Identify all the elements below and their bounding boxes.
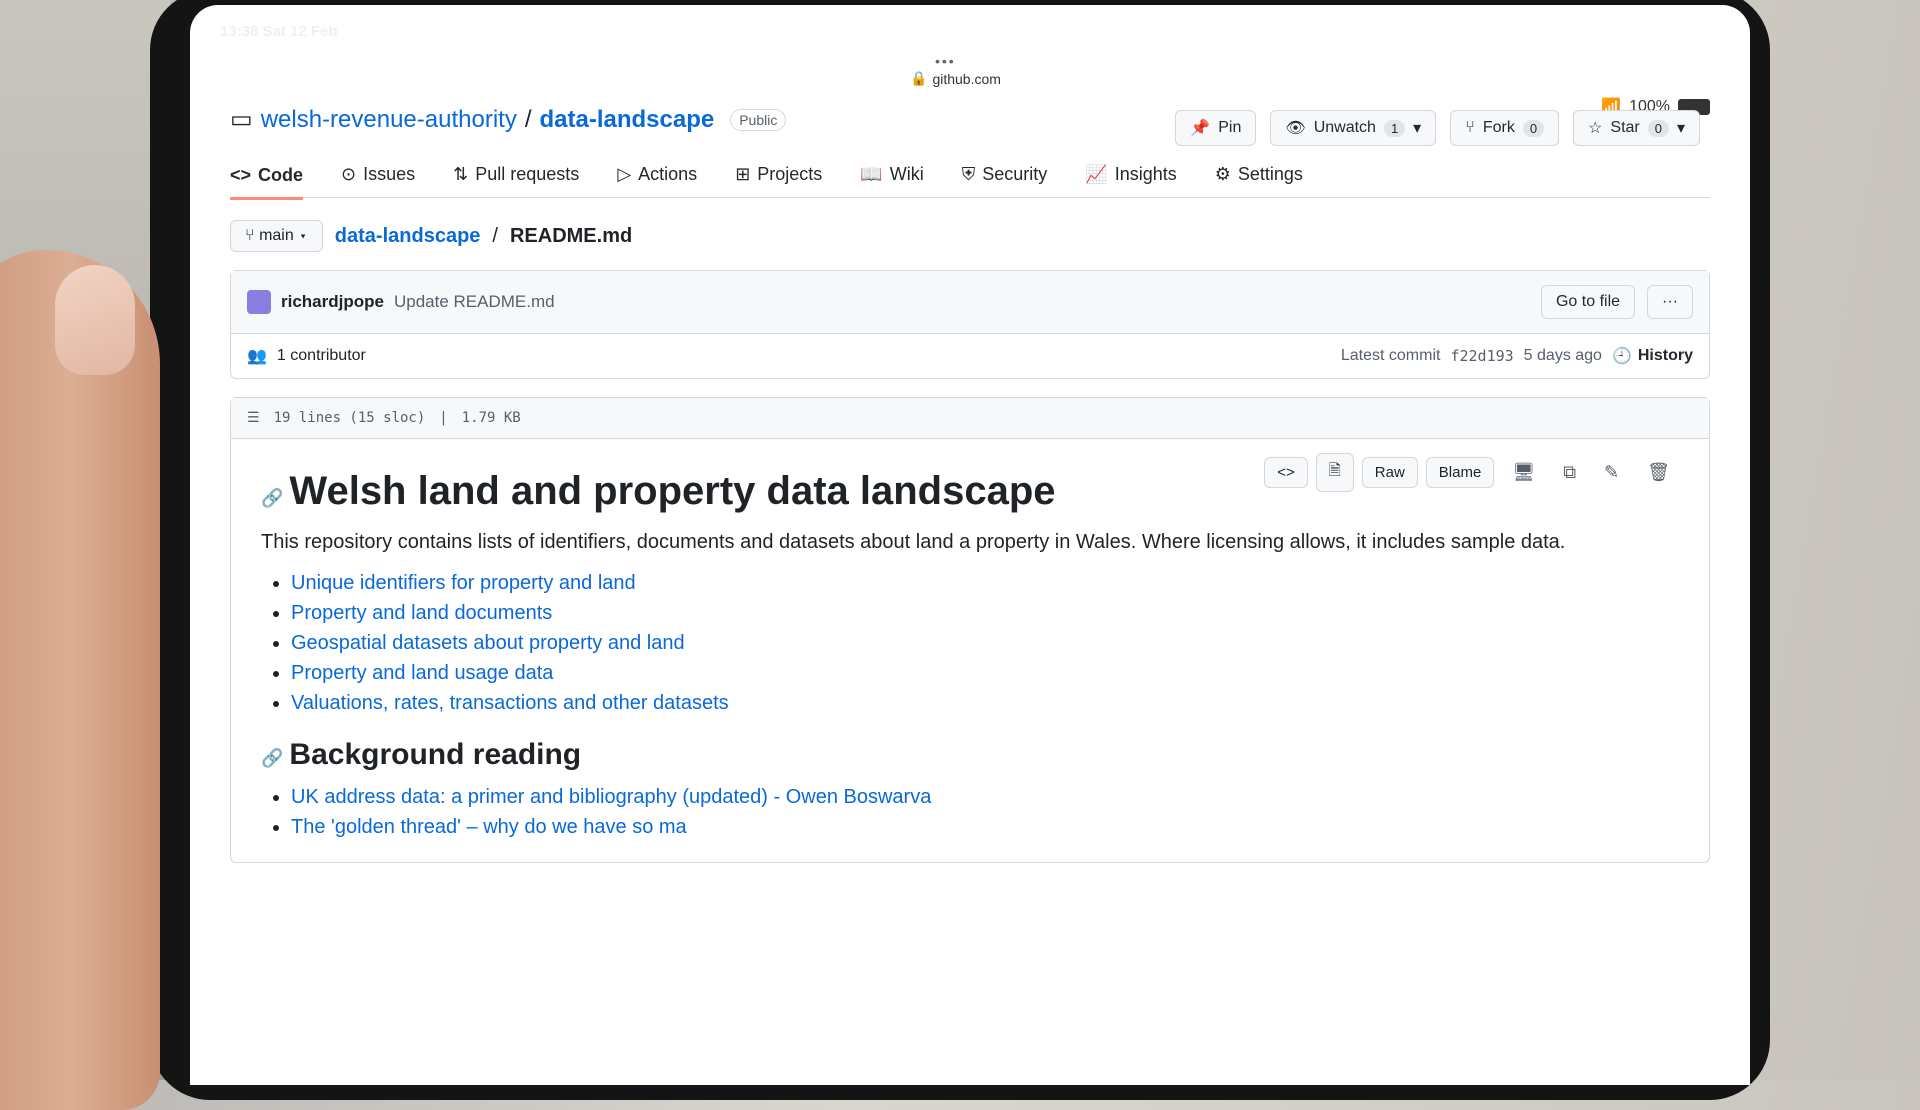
file-toolbar: <> 🗎 Raw Blame 🖥 ⧉ ✎ 🗑 <box>1264 453 1680 492</box>
tablet-device: 13:38 Sat 12 Feb ••• 🔒 github.com 📶 100% … <box>150 0 1770 1100</box>
address-bar[interactable]: 🔒 github.com <box>910 70 1001 87</box>
status-time-date: 13:38 Sat 12 Feb <box>220 23 338 40</box>
raw-button[interactable]: Raw <box>1361 457 1418 488</box>
repo-owner-link[interactable]: welsh-revenue-authority <box>261 106 517 134</box>
tab-overview-dots[interactable]: ••• <box>935 53 956 69</box>
file-size: 1.79 KB <box>461 410 521 426</box>
commit-box: richardjpope Update README.md Go to file… <box>230 270 1710 379</box>
shield-icon: ⛨ <box>961 164 976 184</box>
list-item: Unique identifiers for property and land <box>291 568 1679 598</box>
commit-message[interactable]: Update README.md <box>394 292 555 312</box>
list-item: Geospatial datasets about property and l… <box>291 628 1679 658</box>
blame-button[interactable]: Blame <box>1425 457 1495 488</box>
preview-button[interactable]: 🗎 <box>1315 453 1354 492</box>
repo-icon: ▭ <box>230 106 253 133</box>
list-item: Property and land documents <box>291 598 1679 628</box>
tab-wiki[interactable]: 📖 Wiki <box>860 164 923 185</box>
breadcrumb-root-link[interactable]: data-landscape <box>335 225 481 248</box>
avatar[interactable] <box>247 290 271 314</box>
browser-screen: 13:38 Sat 12 Feb ••• 🔒 github.com 📶 100% … <box>190 5 1750 1085</box>
pencil-icon[interactable]: ✎ <box>1594 462 1629 483</box>
readme-intro: This repository contains lists of identi… <box>261 531 1566 553</box>
people-icon: 👥 <box>247 348 267 365</box>
latest-commit-info: Latest commit f22d193 5 days ago 🕘 Histor… <box>1340 346 1693 366</box>
code-icon: <> <box>230 165 252 185</box>
commit-actions: Go to file ··· <box>1540 285 1693 319</box>
background-link-list: UK address data: a primer and bibliograp… <box>261 782 1679 842</box>
visibility-badge: Public <box>730 108 787 131</box>
book-icon: 📖 <box>860 164 883 184</box>
tab-security[interactable]: ⛨ Security <box>962 164 1048 185</box>
table-icon: ⊞ <box>735 164 751 184</box>
history-icon: 🕘 <box>1611 348 1632 365</box>
commit-age: 5 days ago <box>1523 347 1602 364</box>
repo-name-link[interactable]: data-landscape <box>539 106 714 134</box>
go-to-file-button[interactable]: Go to file <box>1540 285 1636 319</box>
list-item: The 'golden thread' – why do we have so … <box>291 812 1679 842</box>
tab-pull-requests[interactable]: ⇅ Pull requests <box>453 164 579 185</box>
desktop-icon[interactable]: 🖥 <box>1502 462 1545 483</box>
copy-icon[interactable]: ⧉ <box>1553 462 1586 483</box>
file-viewer: ☰ 19 lines (15 sloc) | 1.79 KB <> 🗎 Raw … <box>230 397 1710 863</box>
line-count: 19 lines (15 sloc) <box>273 410 426 426</box>
commit-author[interactable]: richardjpope <box>281 292 384 312</box>
tab-insights[interactable]: 📈 Insights <box>1085 164 1176 185</box>
issue-icon: ⊙ <box>341 164 357 184</box>
gear-icon: ⚙ <box>1214 164 1231 184</box>
list-item: UK address data: a primer and bibliograp… <box>291 782 1679 812</box>
file-breadcrumb: ⑂ main ▾ data-landscape / README.md <box>230 220 1710 252</box>
list-item: Valuations, rates, transactions and othe… <box>291 688 1679 718</box>
play-icon: ▷ <box>617 164 632 184</box>
background-heading: 🔗 Background reading <box>261 738 582 771</box>
breadcrumb-file: README.md <box>509 224 633 247</box>
contributors-count[interactable]: 1 contributor <box>277 347 366 365</box>
list-icon[interactable]: ☰ <box>247 410 260 426</box>
commit-sha[interactable]: f22d193 <box>1450 347 1513 365</box>
tab-actions[interactable]: ▷ Actions <box>617 164 697 185</box>
tab-projects[interactable]: ⊞ Projects <box>735 164 822 185</box>
url-text: github.com <box>932 70 1001 87</box>
lock-icon: 🔒 <box>910 70 928 86</box>
more-options-button[interactable]: ··· <box>1647 285 1693 319</box>
readme-link-list: Unique identifiers for property and land… <box>261 568 1679 718</box>
contributors-row: 👥 1 contributor Latest commit f22d193 5 … <box>231 333 1709 378</box>
list-item: Property and land usage data <box>291 658 1679 688</box>
trash-icon[interactable]: 🗑 <box>1637 462 1680 483</box>
tab-code[interactable]: <> Code <box>230 164 304 200</box>
pull-request-icon: ⇅ <box>453 164 469 184</box>
graph-icon: 📈 <box>1085 164 1108 184</box>
status-bar: 13:38 Sat 12 Feb <box>190 5 1750 51</box>
repo-tabs: <> Code ⊙ Issues ⇅ Pull requests ▷ Actions ⊞… <box>230 164 1710 200</box>
repo-header: ▭ welsh-revenue-authority / data-landsca… <box>230 105 1710 134</box>
code-view-button[interactable]: <> <box>1264 457 1308 488</box>
branch-icon: ⑂ <box>245 227 255 244</box>
history-link[interactable]: 🕘 History <box>1612 346 1693 366</box>
link-icon[interactable]: 🔗 <box>261 748 283 768</box>
page-content: ▭ welsh-revenue-authority / data-landsca… <box>230 105 1710 863</box>
tab-settings[interactable]: ⚙ Settings <box>1215 164 1303 185</box>
tab-issues[interactable]: ⊙ Issues <box>341 164 415 185</box>
latest-commit-row: richardjpope Update README.md Go to file… <box>231 271 1709 333</box>
link-icon[interactable]: 🔗 <box>261 488 283 508</box>
readme-content: 🔗 Welsh land and property data landscape … <box>231 439 1709 862</box>
branch-selector[interactable]: ⑂ main ▾ <box>230 220 323 252</box>
file-meta: ☰ 19 lines (15 sloc) | 1.79 KB <box>231 398 1709 439</box>
hand <box>0 250 160 1110</box>
thumbnail <box>55 265 135 375</box>
